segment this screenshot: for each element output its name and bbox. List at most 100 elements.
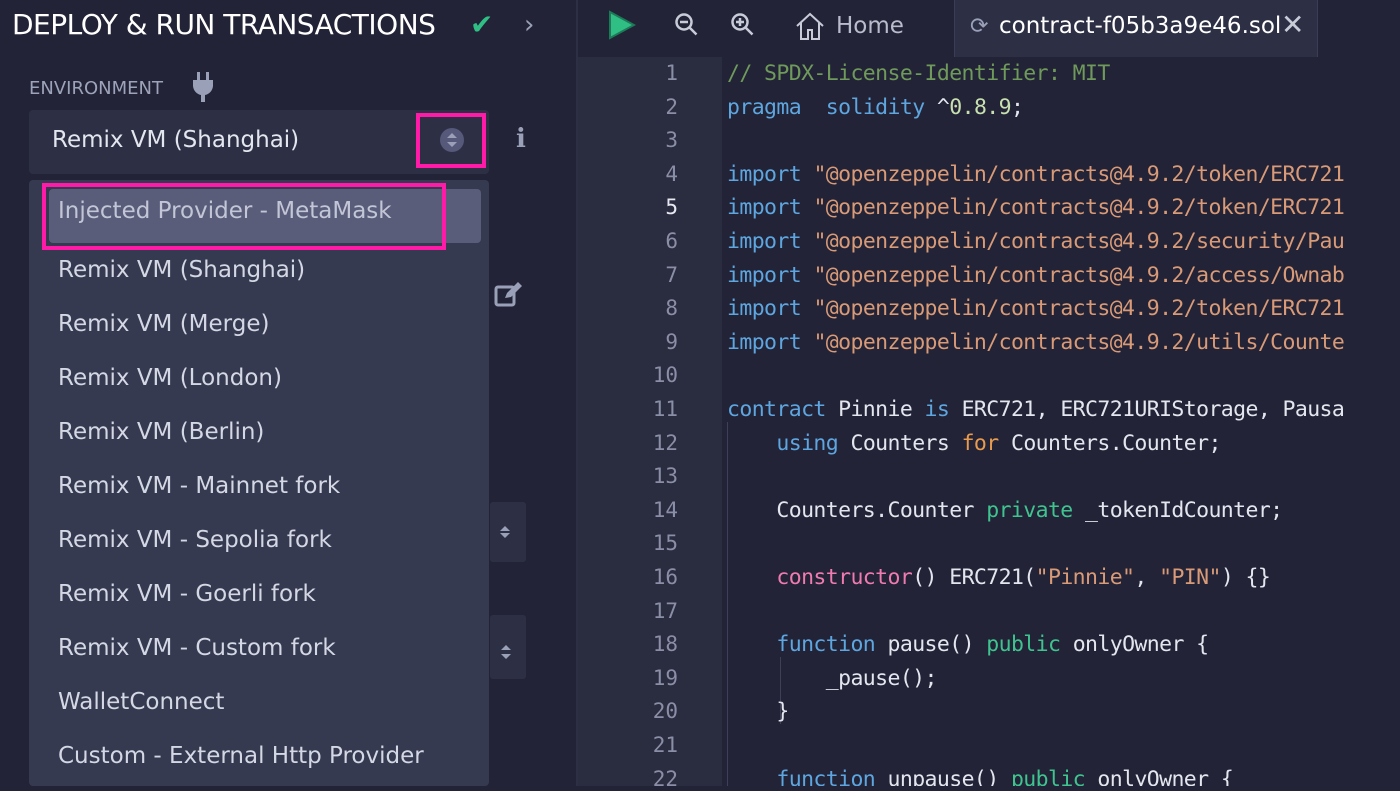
code-line: using Counters for Counters.Counter;: [727, 431, 1221, 456]
sort-icon: [440, 128, 464, 152]
option-external-http-provider[interactable]: Custom - External Http Provider: [58, 743, 424, 769]
line-number: 13: [652, 464, 678, 489]
code-token: _pause();: [727, 665, 938, 691]
code-token: "@openzeppelin/contracts@4.9.2/access/Ow…: [813, 262, 1345, 288]
code-token: () ERC721(: [912, 565, 1036, 590]
code-token: import: [727, 229, 802, 254]
code-token: "Pinnie": [1035, 565, 1135, 590]
line-number: 2: [665, 94, 678, 119]
environment-dropdown: Injected Provider - MetaMask Remix VM (S…: [29, 180, 489, 786]
code-token: ^: [924, 94, 950, 120]
line-number: 5: [665, 195, 678, 220]
code-token: "@openzeppelin/contracts@4.9.2/token/ERC…: [813, 195, 1345, 221]
code-token: import: [727, 195, 802, 221]
code-token: Counters: [838, 430, 962, 456]
code-token: "@openzeppelin/contracts@4.9.2/token/ERC…: [813, 161, 1345, 187]
line-number: 15: [652, 531, 678, 556]
line-number: 20: [652, 699, 678, 724]
code-line: constructor() ERC721("Pinnie", "PIN") {}: [727, 565, 1270, 590]
chevron-right-icon[interactable]: ›: [524, 10, 534, 40]
code-line: }: [727, 699, 789, 724]
line-number: 10: [652, 363, 678, 388]
code-line: import "@openzeppelin/contracts@4.9.2/to…: [727, 296, 1345, 322]
code-token: onlyOwner {: [1085, 766, 1234, 786]
tab-home[interactable]: Home: [794, 0, 944, 57]
code-token: function: [776, 632, 876, 658]
line-number: 12: [652, 430, 678, 455]
code-token: import: [727, 329, 802, 355]
highlight-box: [42, 183, 446, 250]
edit-icon[interactable]: [494, 282, 522, 308]
tab-file-label: contract-f05b3a9e46.sol: [999, 13, 1282, 39]
code-token: using: [776, 430, 839, 456]
deploy-run-panel: DEPLOY & RUN TRANSACTIONS ✔ › ENVIRONMEN…: [0, 0, 576, 786]
code-line: function pause() public onlyOwner {: [727, 632, 1209, 658]
code-token: pragma: [727, 94, 802, 120]
close-icon[interactable]: ✕: [1281, 8, 1304, 41]
line-number: 22: [652, 766, 678, 791]
line-number: 4: [665, 161, 678, 186]
code-token: is: [924, 397, 950, 422]
option-mainnet-fork[interactable]: Remix VM - Mainnet fork: [58, 473, 340, 499]
line-number: 3: [665, 128, 678, 153]
line-number: 17: [652, 598, 678, 623]
line-number: 1: [665, 61, 678, 85]
run-icon[interactable]: [608, 10, 636, 40]
option-sepolia-fork[interactable]: Remix VM - Sepolia fork: [58, 527, 332, 553]
line-number: 11: [652, 397, 678, 421]
code-token: constructor: [776, 565, 913, 590]
line-number: 9: [665, 329, 678, 354]
spinner-button[interactable]: [490, 502, 526, 562]
code-token: }: [727, 699, 789, 725]
code-line: import "@openzeppelin/contracts@4.9.2/se…: [727, 229, 1345, 254]
code-token: // SPDX-License-Identifier: MIT: [727, 61, 1110, 86]
code-token: "@openzeppelin/contracts@4.9.2/token/ERC…: [813, 296, 1345, 322]
code-line: function unpause() public onlyOwner {: [727, 767, 1233, 786]
code-token: solidity: [825, 94, 925, 120]
line-number: 16: [652, 565, 678, 589]
line-number: 14: [652, 497, 678, 522]
code-token: function: [776, 766, 876, 786]
code-editor[interactable]: // SPDX-License-Identifier: MIT pragma so…: [727, 57, 1400, 786]
plug-icon: [193, 72, 213, 102]
code-line: pragma solidity ^0.8.9;: [727, 94, 1024, 120]
option-remix-vm-merge[interactable]: Remix VM (Merge): [58, 311, 269, 337]
code-token: _tokenIdCounter;: [1072, 497, 1283, 523]
line-number: 8: [665, 296, 678, 321]
option-custom-fork[interactable]: Remix VM - Custom fork: [58, 635, 336, 661]
option-goerli-fork[interactable]: Remix VM - Goerli fork: [58, 581, 316, 607]
editor-tabbar: Home ⟳ contract-f05b3a9e46.sol ✕: [578, 0, 1400, 57]
sync-icon: ⟳: [970, 14, 989, 39]
code-token: pause(): [875, 632, 987, 658]
zoom-in-icon[interactable]: [730, 12, 756, 38]
code-token: 0.8.9: [949, 94, 1011, 120]
zoom-out-icon[interactable]: [674, 12, 700, 38]
code-token: for: [961, 430, 1000, 456]
code-token: ) {}: [1220, 565, 1271, 590]
code-line: import "@openzeppelin/contracts@4.9.2/to…: [727, 161, 1345, 187]
option-remix-vm-berlin[interactable]: Remix VM (Berlin): [58, 419, 264, 445]
code-token: import: [727, 262, 802, 288]
code-token: public: [986, 632, 1061, 658]
code-token: import: [727, 161, 802, 187]
option-remix-vm-shanghai[interactable]: Remix VM (Shanghai): [58, 257, 305, 283]
line-number: 18: [652, 632, 678, 657]
tab-contract-file[interactable]: ⟳ contract-f05b3a9e46.sol ✕: [954, 0, 1318, 57]
tab-home-label: Home: [836, 13, 904, 39]
environment-select-toggle[interactable]: [416, 113, 486, 168]
code-line: _pause();: [727, 665, 938, 691]
option-remix-vm-london[interactable]: Remix VM (London): [58, 365, 282, 391]
info-icon[interactable]: i: [516, 124, 526, 154]
code-token: onlyOwner {: [1060, 632, 1209, 658]
code-token: Counters.Counter: [727, 497, 987, 523]
option-walletconnect[interactable]: WalletConnect: [58, 689, 224, 715]
spinner-button[interactable]: [490, 615, 526, 679]
